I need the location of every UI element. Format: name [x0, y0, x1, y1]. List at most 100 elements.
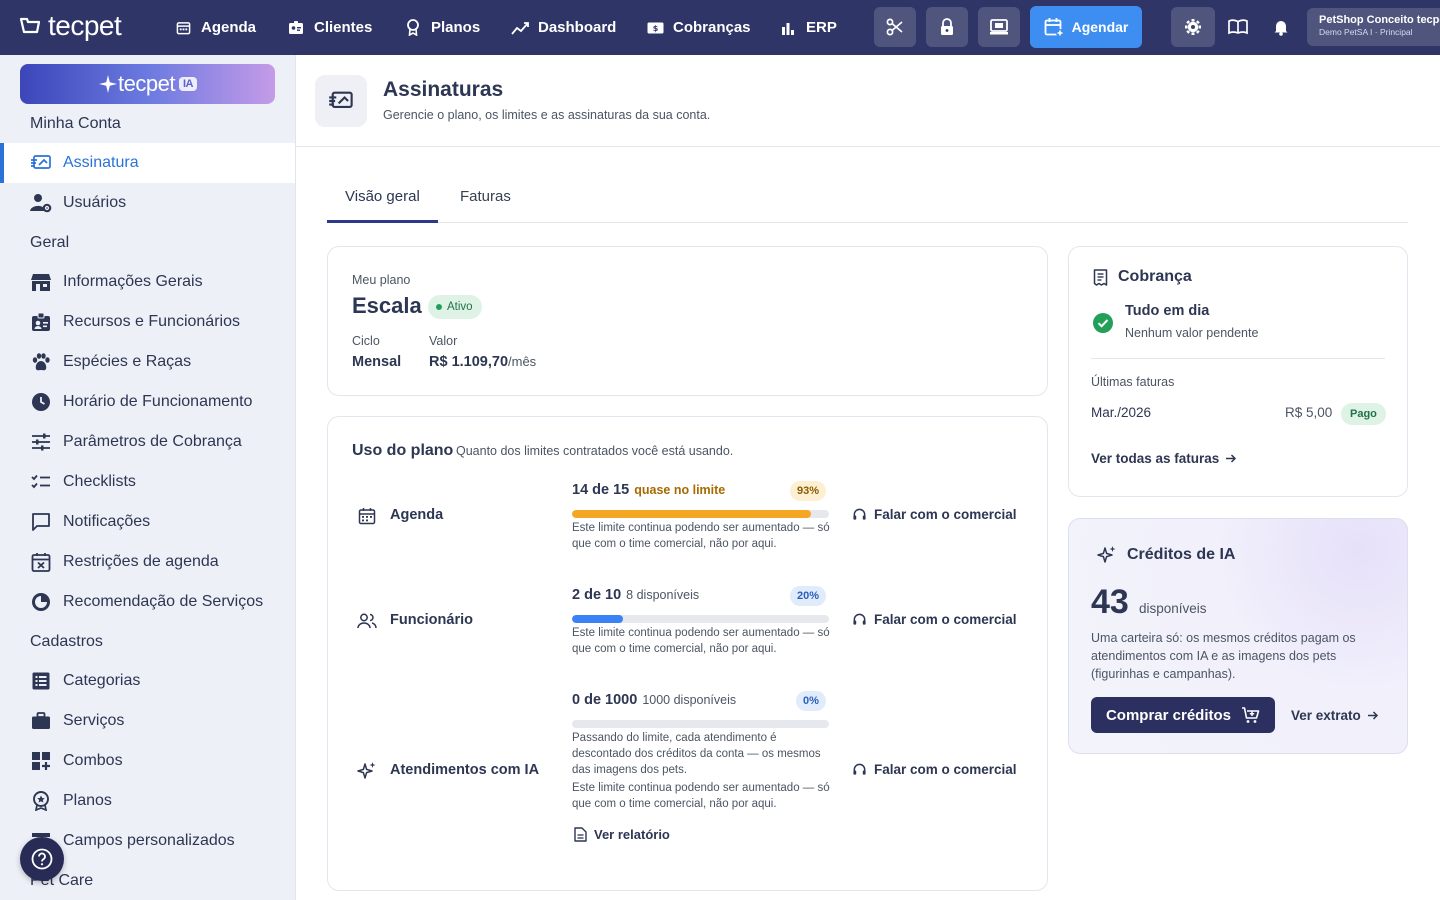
arrow-right-icon — [1367, 711, 1378, 720]
view-all-invoices-link[interactable]: Ver todas as faturas — [1091, 451, 1237, 466]
sidebar-item-label: Checklists — [63, 473, 136, 490]
logo-text: tecpet — [48, 10, 122, 41]
sidebar-item-label: Categorias — [63, 672, 141, 689]
check-circle-icon — [1093, 313, 1113, 333]
nav-cobrancas-label: Cobranças — [673, 19, 751, 36]
nav-cobrancas[interactable]: $ Cobranças — [646, 0, 751, 55]
usage-count-funcionario: 2 de 10 8 disponíveis — [572, 587, 699, 603]
billing-title-text: Cobrança — [1118, 268, 1192, 285]
sidebar-item-informacoes-gerais[interactable]: Informações Gerais — [0, 262, 295, 302]
notifications-button[interactable] — [1268, 14, 1294, 40]
usage-percent-funcionario: 20% — [790, 586, 827, 606]
nav-dashboard[interactable]: Dashboard — [511, 0, 616, 55]
usage-bar-fill — [572, 510, 811, 518]
view-statement-link[interactable]: Ver extrato — [1291, 708, 1379, 723]
nav-planos[interactable]: Planos — [404, 0, 480, 55]
plan-card: Meu plano Escala Ativo Ciclo Mensal Valo… — [327, 246, 1048, 396]
usage-status: quase no limite — [634, 483, 726, 497]
help-button[interactable] — [20, 837, 64, 881]
contact-sales-button-atendimentos-ia[interactable]: Falar com o comercial — [852, 762, 1017, 777]
sidebar-item-usuarios[interactable]: Usuários — [0, 183, 295, 223]
cycle-label: Ciclo — [352, 334, 380, 348]
top-navbar: tecpet Agenda Clientes Planos Dashboard … — [0, 0, 1440, 55]
usage-title: Uso do plano — [352, 442, 454, 459]
document-icon — [574, 827, 587, 842]
sidebar-item-label: Campos personalizados — [63, 832, 235, 849]
sidebar-item-notificacoes[interactable]: Notificações — [0, 502, 295, 542]
nav-clientes[interactable]: Clientes — [287, 0, 372, 55]
sidebar-item-assinatura[interactable]: Assinatura — [0, 143, 295, 183]
tecpet-ia-banner[interactable]: tecpet IA — [20, 64, 275, 104]
svg-text:$: $ — [652, 24, 658, 33]
sidebar-item-horario-funcionamento[interactable]: Horário de Funcionamento — [0, 382, 295, 422]
buy-credits-label: Comprar créditos — [1105, 706, 1232, 724]
sidebar-item-especies-racas[interactable]: Espécies e Raças — [0, 342, 295, 382]
account-switcher[interactable]: PetShop Conceito tecpet Demo PetSA I · P… — [1307, 8, 1440, 46]
sidebar: tecpet IA Minha Conta Assinatura Usuário… — [0, 55, 296, 900]
ia-credits-amount-label: disponíveis — [1139, 601, 1207, 616]
sidebar-item-label: Horário de Funcionamento — [63, 393, 253, 410]
section-cadastros: Cadastros — [30, 633, 103, 650]
account-name: PetShop Conceito tecpet — [1319, 14, 1440, 26]
usage-card: Uso do plano Quanto dos limites contrata… — [327, 416, 1048, 891]
sidebar-item-checklists[interactable]: Checklists — [0, 462, 295, 502]
status-dot — [436, 304, 442, 310]
contact-sales-button-funcionario[interactable]: Falar com o comercial — [852, 612, 1017, 627]
tecpet-logo[interactable]: tecpet — [18, 10, 122, 42]
agendar-button[interactable]: Agendar — [1030, 6, 1142, 48]
register-icon — [990, 19, 1008, 35]
sidebar-item-label: Planos — [63, 792, 112, 809]
sparkle-icon — [99, 75, 118, 93]
contacts-icon — [287, 19, 305, 37]
recommend-icon — [30, 591, 52, 613]
lock-button[interactable] — [926, 7, 968, 47]
section-geral: Geral — [30, 234, 70, 251]
value-label: Valor — [429, 334, 458, 348]
award-icon — [30, 790, 52, 812]
sidebar-item-restricoes-agenda[interactable]: Restrições de agenda — [0, 542, 295, 582]
sidebar-item-combos[interactable]: Combos — [0, 741, 295, 781]
nav-erp[interactable]: ERP — [779, 0, 837, 55]
sparkle-icon — [356, 760, 378, 782]
grid-plus-icon — [30, 750, 52, 772]
settings-button[interactable] — [1171, 7, 1215, 47]
nav-clientes-label: Clientes — [314, 19, 373, 36]
account-sub: Demo PetSA I · Principal — [1319, 27, 1413, 37]
usage-status: 1000 disponíveis — [642, 693, 737, 707]
sidebar-item-label: Notificações — [63, 513, 151, 530]
register-button[interactable] — [978, 7, 1020, 47]
sidebar-item-label: Combos — [63, 752, 123, 769]
plan-name: Escala — [352, 293, 422, 318]
billing-card: Cobrança Tudo em dia Nenhum valor penden… — [1068, 246, 1408, 497]
nav-agenda[interactable]: Agenda — [174, 0, 256, 55]
usage-bar-fill — [572, 615, 624, 623]
question-icon — [31, 848, 53, 870]
tab-visao-geral[interactable]: Visão geral — [345, 188, 420, 205]
list-icon — [30, 670, 52, 692]
sidebar-item-label: Restrições de agenda — [63, 553, 219, 570]
sidebar-item-label: Serviços — [63, 712, 125, 729]
sidebar-item-label: Espécies e Raças — [63, 353, 192, 370]
users-icon — [356, 610, 378, 632]
sidebar-item-recursos-funcionarios[interactable]: Recursos e Funcionários — [0, 302, 295, 342]
sidebar-item-planos[interactable]: Planos — [0, 781, 295, 821]
buy-credits-button[interactable]: Comprar créditos — [1091, 697, 1275, 733]
calendar-plus-icon — [1044, 18, 1064, 37]
usage-note-funcionario: Este limite continua podendo ser aumenta… — [572, 627, 830, 655]
sidebar-item-categorias[interactable]: Categorias — [0, 661, 295, 701]
users-gear-icon — [30, 192, 52, 214]
tab-faturas[interactable]: Faturas — [460, 188, 511, 205]
usage-bar-agenda — [572, 510, 829, 518]
contact-sales-label: Falar com o comercial — [874, 762, 1017, 777]
contact-sales-button-agenda[interactable]: Falar com o comercial — [852, 507, 1017, 522]
view-report-link[interactable]: Ver relatório — [574, 827, 670, 842]
sidebar-item-parametros-cobranca[interactable]: Parâmetros de Cobrança — [0, 422, 295, 462]
book-icon — [1228, 19, 1248, 35]
sidebar-item-recomendacao-servicos[interactable]: Recomendação de Serviços — [0, 582, 295, 622]
sidebar-item-servicos[interactable]: Serviços — [0, 701, 295, 741]
price-period: /mês — [508, 354, 537, 369]
help-docs-button[interactable] — [1225, 14, 1251, 40]
grooming-tools-button[interactable] — [874, 7, 916, 47]
checklist-icon — [30, 471, 52, 493]
bar-chart-icon — [779, 19, 797, 37]
